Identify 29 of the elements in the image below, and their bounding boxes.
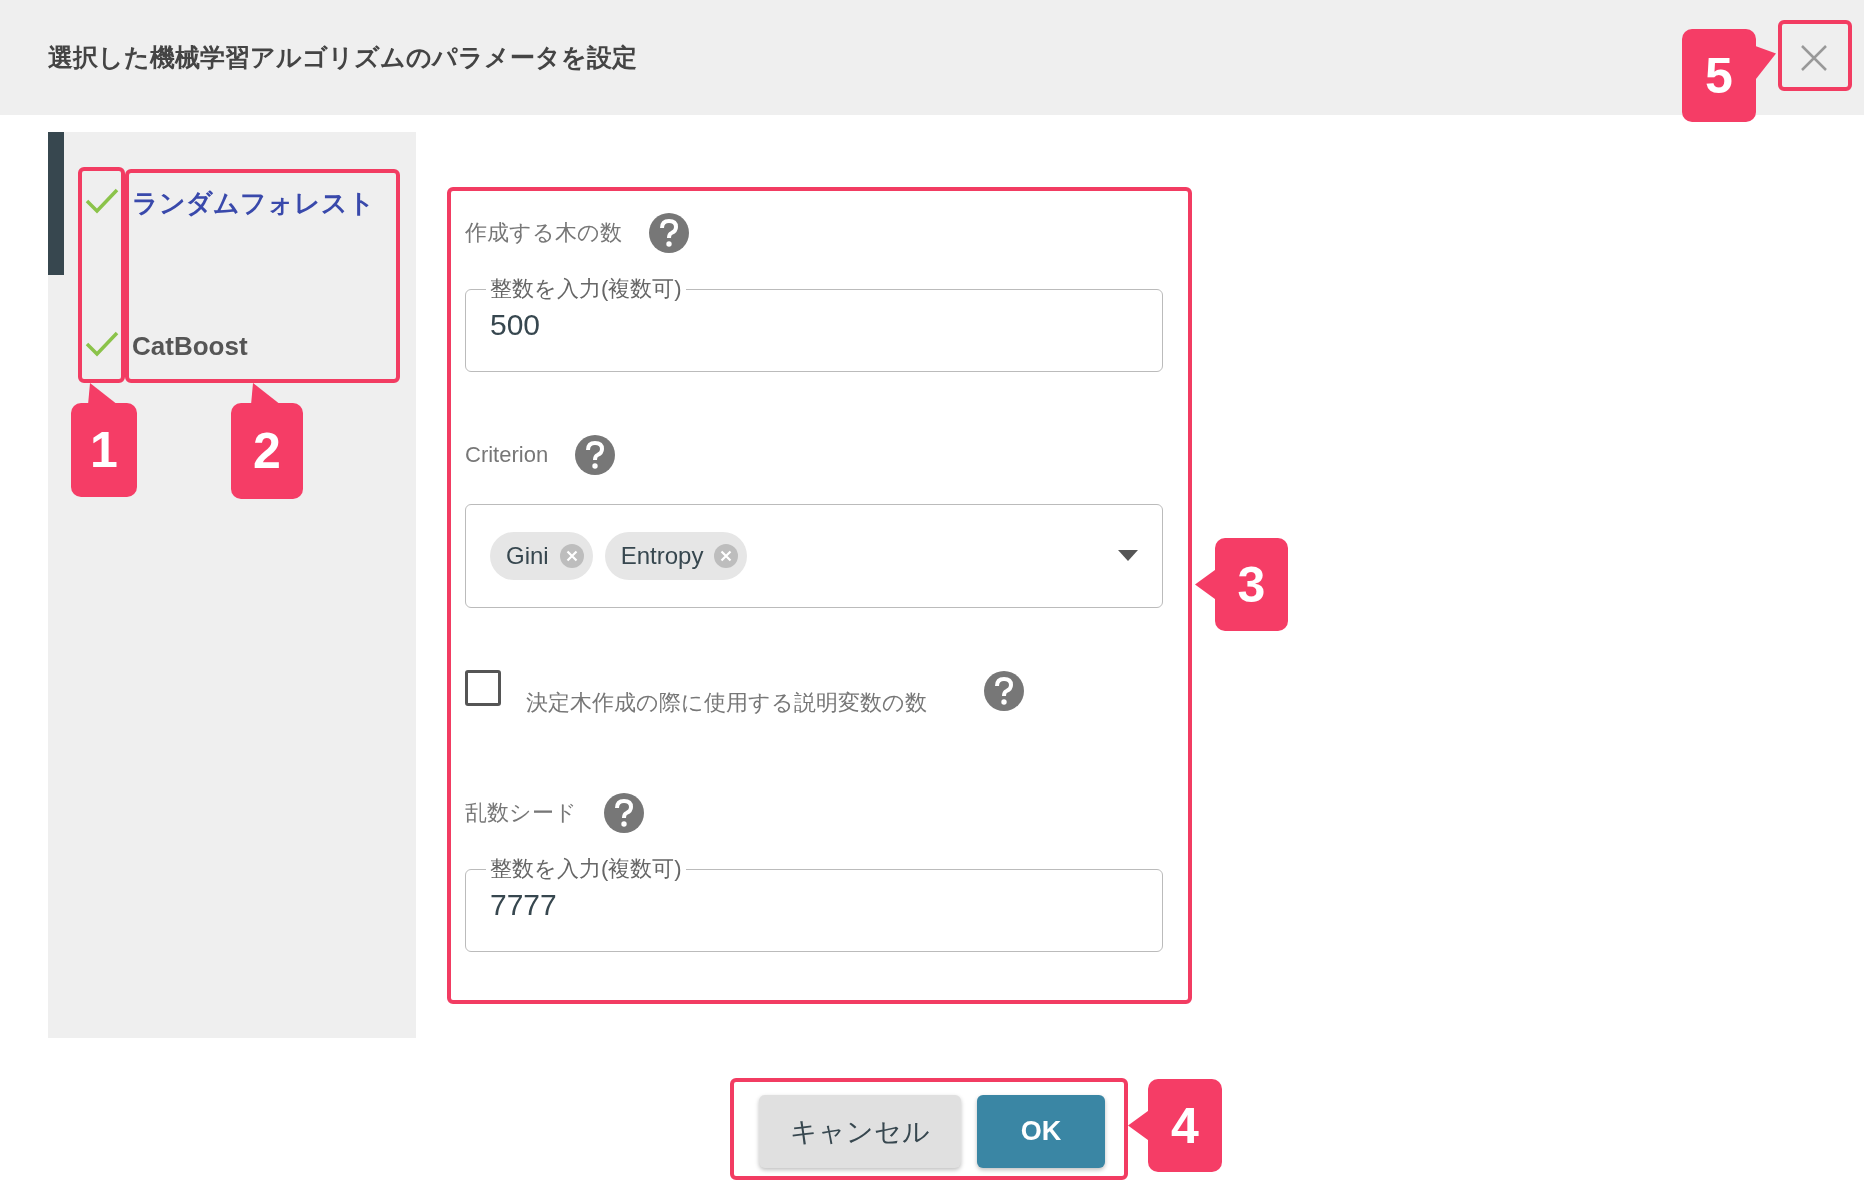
chip-label: Entropy — [620, 542, 704, 570]
ok-button[interactable]: OK — [977, 1095, 1105, 1168]
help-icon[interactable] — [983, 670, 1025, 712]
close-icon — [1799, 42, 1829, 73]
parameter-label: Criterion — [465, 442, 549, 468]
chip[interactable]: Entropy — [604, 532, 748, 580]
parameter-label: 乱数シード — [465, 799, 577, 827]
parameter-label: 作成する木の数 — [465, 219, 622, 247]
cancel-button[interactable]: キャンセル — [759, 1095, 961, 1168]
number-callout: 4 — [1128, 1079, 1222, 1172]
algorithm-tab[interactable]: ランダムフォレスト — [48, 132, 416, 275]
number-callout: 3 — [1195, 538, 1288, 631]
help-icon[interactable] — [574, 434, 617, 476]
algorithm-name: CatBoost — [132, 331, 248, 362]
field-value: 7777 — [490, 887, 557, 922]
checkbox-label: 決定木作成の際に使用する説明変数の数 — [526, 689, 927, 717]
caret-icon[interactable] — [1118, 550, 1138, 562]
checkbox[interactable] — [465, 670, 501, 706]
chip[interactable]: Gini — [490, 532, 593, 580]
number-callout: 2 — [231, 383, 303, 499]
algorithm-name: ランダムフォレスト — [132, 187, 375, 220]
dialog-title: 選択した機械学習アルゴリズムのパラメータを設定 — [48, 42, 637, 73]
help-icon[interactable] — [648, 212, 690, 254]
help-icon[interactable] — [603, 792, 645, 834]
number-callout: 5 — [1682, 29, 1776, 122]
number-callout: 1 — [71, 383, 137, 497]
chip-label: Gini — [506, 542, 549, 570]
field-value: 500 — [490, 307, 541, 342]
multi-select-field[interactable]: Gini Entropy — [465, 504, 1163, 608]
